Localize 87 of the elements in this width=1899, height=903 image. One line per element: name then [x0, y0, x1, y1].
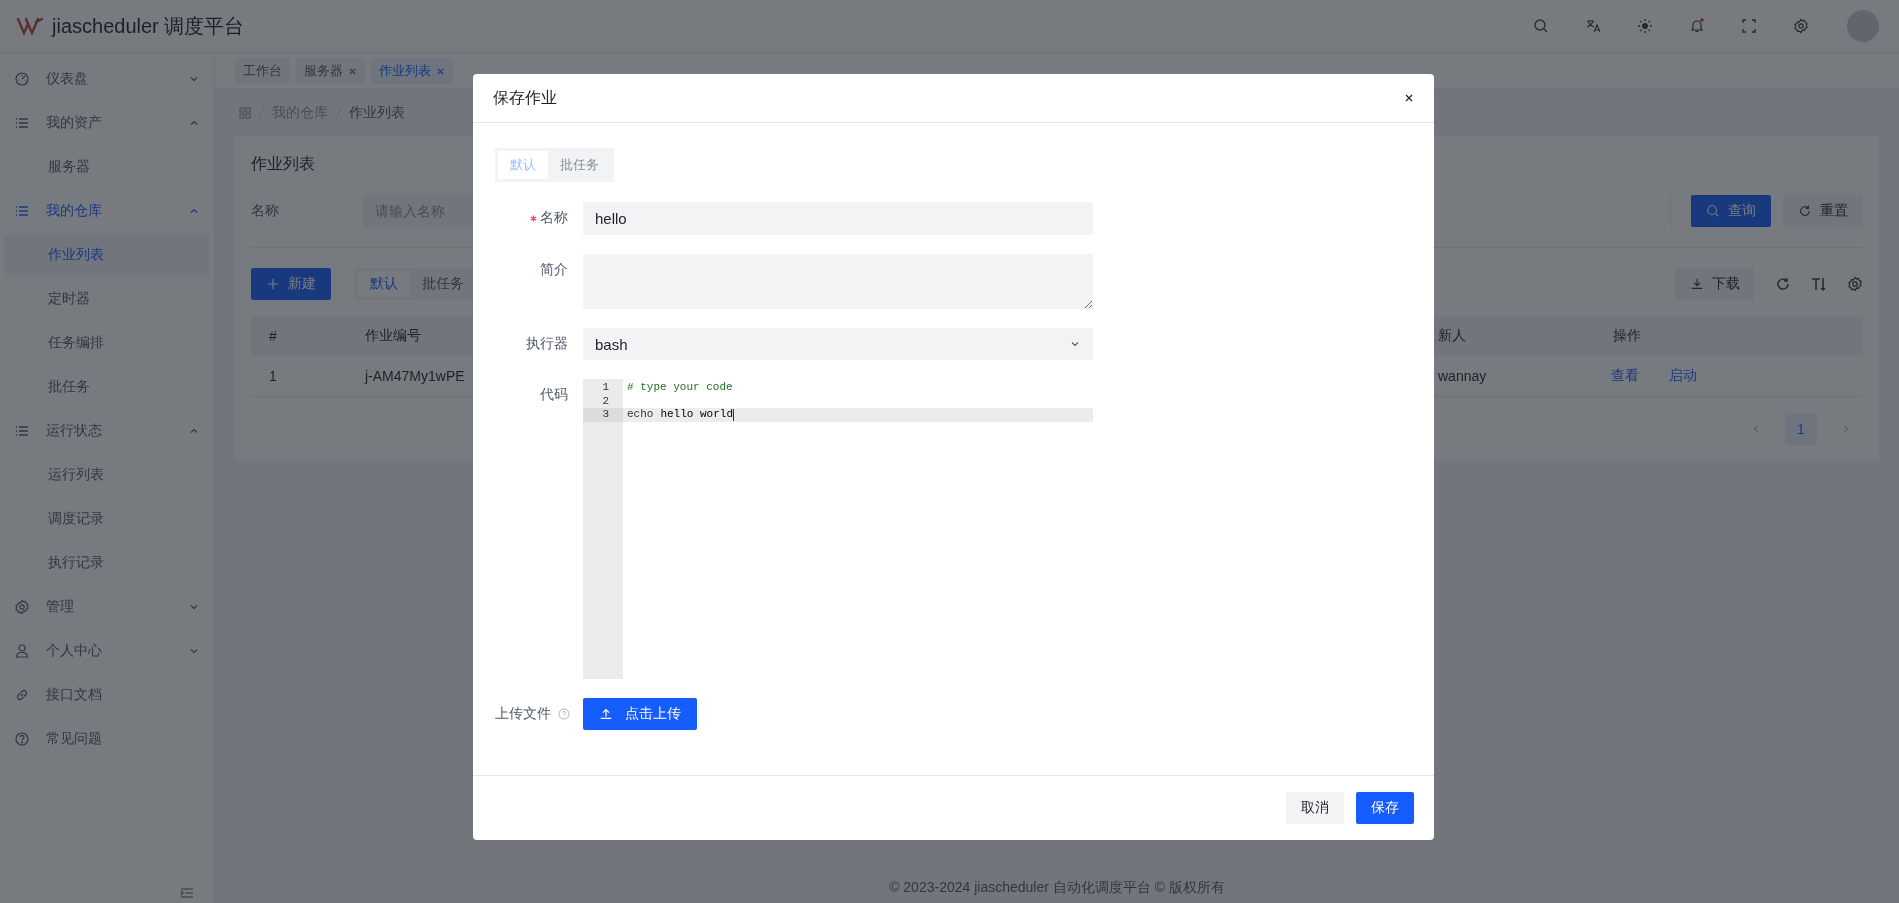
settings-icon[interactable] — [1793, 18, 1809, 34]
field-label: 名称 — [540, 209, 568, 227]
sidebar-item[interactable]: 常见问题 — [0, 717, 214, 761]
refresh-icon[interactable] — [1775, 276, 1791, 292]
table-cell: j-AM47My1wPE — [365, 368, 465, 384]
sidebar-subitem[interactable]: 服务器 — [4, 147, 210, 187]
density-icon[interactable] — [1811, 276, 1827, 292]
gear-icon — [14, 599, 30, 615]
line-number: 3 — [583, 408, 623, 422]
collapse-icon[interactable] — [180, 887, 194, 899]
cancel-button[interactable]: 取消 — [1286, 792, 1344, 824]
table-cell: 1 — [269, 368, 277, 384]
sidebar-item[interactable]: 个人中心 — [0, 629, 214, 673]
link-icon — [14, 687, 30, 703]
code-text: # type your code — [627, 381, 733, 395]
dialog-title: 保存作业 — [493, 87, 557, 108]
plus-icon — [266, 277, 280, 291]
close-icon[interactable] — [1404, 93, 1414, 103]
sidebar-subitem[interactable]: 任务编排 — [4, 323, 210, 363]
reset-button[interactable]: 重置 — [1783, 195, 1863, 227]
executor-select[interactable]: bash — [583, 328, 1093, 360]
upload-icon — [599, 707, 613, 721]
list-icon — [14, 203, 30, 219]
field-label: 名称 — [251, 202, 280, 220]
new-button[interactable]: 新建 — [251, 268, 331, 300]
field-label: 上传文件 — [495, 705, 551, 723]
dashboard-icon — [14, 71, 30, 87]
grid-icon[interactable] — [239, 107, 251, 119]
view-tab[interactable]: 批任务 — [410, 271, 476, 297]
text-cursor — [733, 408, 735, 421]
sun-icon[interactable] — [1637, 18, 1653, 34]
sidebar-subitem[interactable]: 调度记录 — [4, 499, 210, 539]
copyright-text: © 2023-2024 jiascheduler 自动化调度平台 © 版权所有 — [888, 879, 1226, 897]
field-label: 代码 — [540, 386, 568, 404]
bell-icon[interactable] — [1689, 18, 1705, 34]
refresh-icon — [1798, 204, 1812, 218]
table-cell: wannay — [1438, 368, 1487, 384]
code-text: echo — [627, 408, 654, 422]
save-button[interactable]: 保存 — [1356, 792, 1414, 824]
sidebar-subitem[interactable]: 作业列表 — [4, 235, 210, 275]
sidebar-subitem[interactable]: 执行记录 — [4, 543, 210, 583]
search-icon — [1706, 204, 1720, 218]
list-icon — [14, 115, 30, 131]
app-title: jiascheduler 调度平台 — [52, 13, 245, 39]
upload-button[interactable]: 点击上传 — [583, 698, 697, 730]
page-tab[interactable]: 作业列表 — [371, 58, 453, 84]
sidebar-item[interactable]: 我的资产 — [0, 101, 214, 145]
action-link[interactable]: 查看 — [1611, 367, 1639, 385]
help-icon[interactable] — [558, 708, 570, 720]
translate-icon[interactable] — [1585, 18, 1601, 34]
sidebar-item[interactable]: 运行状态 — [0, 409, 214, 453]
sidebar-subitem[interactable]: 定时器 — [4, 279, 210, 319]
code-text: hello world — [660, 408, 734, 422]
logo-icon — [16, 16, 44, 36]
page-tab[interactable]: 工作台 — [235, 58, 290, 84]
download-icon — [1690, 277, 1704, 291]
view-tab[interactable]: 默认 — [358, 271, 410, 297]
breadcrumb-item[interactable]: 作业列表 — [349, 104, 405, 122]
name-input[interactable]: hello — [583, 202, 1093, 235]
list-icon — [14, 423, 30, 439]
mode-tab[interactable]: 默认 — [498, 151, 548, 179]
download-button[interactable]: 下载 — [1675, 268, 1755, 300]
line-number: 1 — [601, 381, 610, 395]
fullscreen-icon[interactable] — [1741, 18, 1757, 34]
sidebar-subitem[interactable]: 运行列表 — [4, 455, 210, 495]
help-icon — [14, 731, 30, 747]
page-number[interactable]: 1 — [1785, 413, 1817, 445]
column-header: 新人 — [1438, 327, 1466, 345]
settings-icon[interactable] — [1847, 276, 1863, 292]
page-title: 作业列表 — [251, 154, 315, 174]
sidebar-item[interactable]: 我的仓库 — [0, 189, 214, 233]
sidebar-item[interactable]: 仪表盘 — [0, 57, 214, 101]
sidebar-item[interactable]: 管理 — [0, 585, 214, 629]
page-tab[interactable]: 服务器 — [296, 58, 365, 84]
field-label: 简介 — [540, 261, 568, 279]
field-label: 执行器 — [526, 335, 568, 353]
action-link[interactable]: 启动 — [1669, 367, 1697, 385]
column-header: # — [269, 328, 277, 344]
search-icon[interactable] — [1533, 18, 1549, 34]
code-editor[interactable]: 1 2 3 # type your code echo hello world — [583, 379, 1093, 679]
sidebar-subitem[interactable]: 批任务 — [4, 367, 210, 407]
line-number: 2 — [601, 394, 610, 408]
user-icon — [14, 643, 30, 659]
column-header: 操作 — [1613, 327, 1641, 345]
query-button[interactable]: 查询 — [1691, 195, 1771, 227]
mode-tab[interactable]: 批任务 — [548, 151, 611, 179]
column-header: 作业编号 — [365, 327, 421, 345]
